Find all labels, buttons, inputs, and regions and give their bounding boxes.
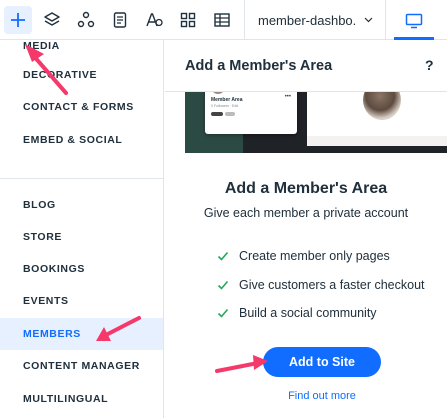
- check-icon: [217, 251, 229, 261]
- layers-icon[interactable]: [38, 6, 66, 34]
- table-icon[interactable]: [208, 6, 236, 34]
- page-selector-dropdown[interactable]: member-dashbo.: [244, 0, 386, 40]
- check-icon: [217, 308, 229, 318]
- members-preview-image: Member Area 0 Followers · Edit •••: [185, 92, 447, 153]
- page-icon[interactable]: [106, 6, 134, 34]
- category-divider: [0, 178, 163, 179]
- category-members[interactable]: MEMBERS: [0, 318, 163, 350]
- feature-item: Create member only pages: [217, 247, 390, 265]
- avatar: [211, 92, 225, 94]
- grid-icon[interactable]: [174, 6, 202, 34]
- find-out-more-link[interactable]: Find out more: [165, 390, 447, 402]
- panel-header: Add a Member's Area ?: [165, 40, 447, 92]
- top-toolbar: member-dashbo.: [0, 0, 447, 40]
- add-panel-category-list: MEDIA DECORATIVE CONTACT & FORMS EMBED &…: [0, 40, 164, 418]
- category-bookings[interactable]: BOOKINGS: [0, 253, 163, 285]
- feature-item: Give customers a faster checkout: [217, 276, 425, 294]
- category-contact-forms[interactable]: CONTACT & FORMS: [0, 91, 163, 123]
- panel-header-title: Add a Member's Area: [185, 58, 333, 74]
- apps-icon[interactable]: [72, 6, 100, 34]
- category-store[interactable]: STORE: [0, 221, 163, 253]
- members-area-subtitle: Give each member a private account: [203, 206, 409, 220]
- plus-icon[interactable]: [4, 6, 32, 34]
- preview-photo-card: [307, 92, 447, 146]
- category-embed-social[interactable]: EMBED & SOCIAL: [0, 124, 163, 156]
- category-decorative[interactable]: DECORATIVE: [0, 59, 163, 91]
- help-button[interactable]: ?: [425, 57, 434, 73]
- feature-item: Build a social community: [217, 304, 377, 322]
- check-icon: [217, 280, 229, 290]
- category-blog[interactable]: BLOG: [0, 189, 163, 221]
- category-multilingual[interactable]: MULTILINGUAL: [0, 383, 163, 415]
- members-area-title: Add a Member's Area: [224, 180, 388, 197]
- category-events[interactable]: EVENTS: [0, 285, 163, 317]
- close-button[interactable]: [439, 55, 447, 75]
- add-to-site-button[interactable]: Add to Site: [263, 347, 381, 377]
- text-theme-icon[interactable]: [140, 6, 168, 34]
- chevron-down-icon: [364, 17, 373, 23]
- page-selector-label: member-dashbo.: [258, 12, 357, 28]
- members-panel: Add a Member's Area ? Member Area 0 Foll…: [165, 40, 447, 418]
- desktop-icon[interactable]: [398, 6, 430, 36]
- category-content-manager[interactable]: CONTENT MANAGER: [0, 350, 163, 382]
- preview-profile-card: Member Area 0 Followers · Edit •••: [205, 92, 297, 134]
